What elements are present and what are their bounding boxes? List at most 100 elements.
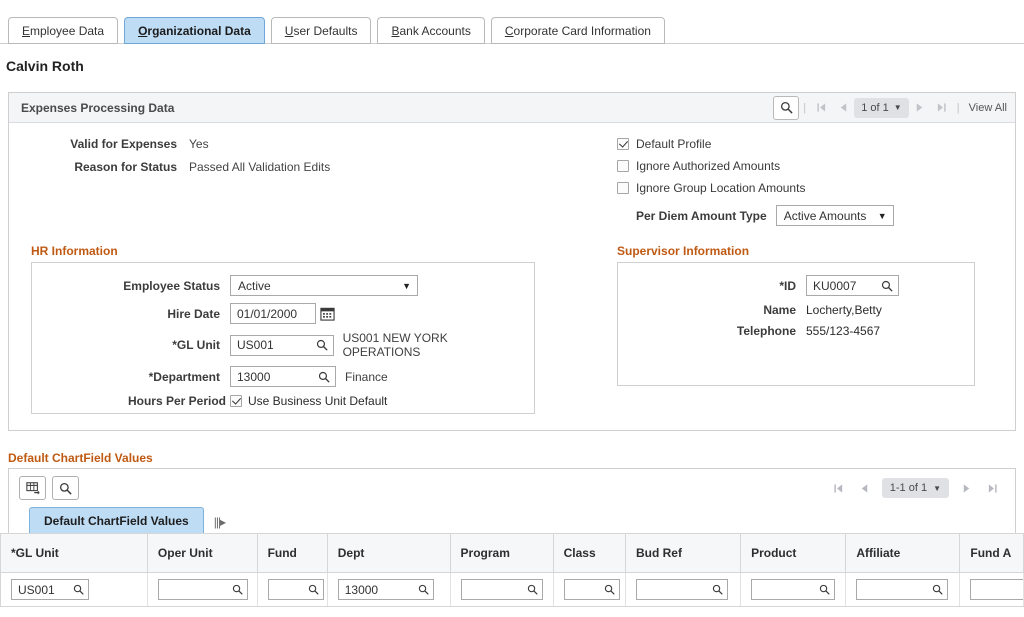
cell-program-input[interactable] xyxy=(460,579,543,600)
lookup-magnifier-icon[interactable] xyxy=(712,584,723,595)
expenses-processing-data-panel: Expenses Processing Data | 1 of 1 ▼ | Vi… xyxy=(8,92,1016,431)
panel-body: Valid for Expenses Yes Reason for Status… xyxy=(9,123,1015,430)
column-header-class[interactable]: Class xyxy=(553,533,626,573)
cell-gl-unit-input[interactable]: US001 xyxy=(11,579,89,600)
use-business-unit-default-checkbox[interactable] xyxy=(230,395,242,407)
column-header-fund[interactable]: Fund xyxy=(257,533,328,573)
search-button[interactable] xyxy=(773,95,800,120)
cell-fund-affiliate-input[interactable] xyxy=(970,579,1023,600)
cell-gl-unit-value: US001 xyxy=(18,582,55,597)
lookup-magnifier-icon[interactable] xyxy=(932,584,943,595)
grid-next-page-button[interactable] xyxy=(953,478,979,498)
lookup-magnifier-icon[interactable] xyxy=(881,280,893,292)
lookup-magnifier-icon[interactable] xyxy=(604,584,615,595)
chevron-down-icon: ▼ xyxy=(893,103,902,112)
column-header-program[interactable]: Program xyxy=(450,533,554,573)
record-navigator: | 1 of 1 ▼ | View All xyxy=(773,95,1007,120)
view-all-link[interactable]: View All xyxy=(969,102,1007,114)
chevron-down-icon: ▼ xyxy=(402,280,411,291)
personalize-grid-button[interactable] xyxy=(19,476,46,500)
default-profile-label: Default Profile xyxy=(636,137,712,151)
employee-status-select[interactable]: Active ▼ xyxy=(230,275,418,296)
department-label: *Department xyxy=(148,369,220,384)
cell-dept-input[interactable]: 13000 xyxy=(337,579,434,600)
last-record-button[interactable] xyxy=(931,98,953,118)
employee-status-label: Employee Status xyxy=(123,278,220,293)
column-header-bud-ref[interactable]: Bud Ref xyxy=(625,533,742,573)
department-value: 13000 xyxy=(237,369,271,384)
valid-for-expenses-value: Yes xyxy=(189,137,209,151)
department-input[interactable]: 13000 xyxy=(230,366,336,387)
tab-corporate-card-information[interactable]: Corporate Card Information xyxy=(490,17,665,44)
lookup-magnifier-icon[interactable] xyxy=(73,584,84,595)
grid-row-counter[interactable]: 1-1 of 1 ▼ xyxy=(881,478,949,498)
tab-user-defaults[interactable]: User Defaults xyxy=(270,17,372,44)
gl-unit-input[interactable]: US001 xyxy=(230,334,334,356)
hours-per-period-label: Hours Per Period xyxy=(127,394,226,408)
tab-organizational-data[interactable]: Organizational Data xyxy=(124,17,265,44)
cell-product-input[interactable] xyxy=(751,579,836,600)
next-record-button[interactable] xyxy=(909,98,931,118)
cell-bud-ref-input[interactable] xyxy=(635,579,728,600)
cell-oper-unit-input[interactable] xyxy=(157,579,248,600)
gl-unit-row: *GL Unit US001 US001 NEW YORK OPERATIONS xyxy=(42,331,524,359)
lookup-magnifier-icon[interactable] xyxy=(527,584,538,595)
grid-previous-page-button[interactable] xyxy=(852,478,878,498)
previous-record-button[interactable] xyxy=(832,98,854,118)
default-profile-row: Default Profile xyxy=(617,137,1003,151)
chartfield-table: *GL Unit Oper Unit Fund Dept Program Cla… xyxy=(0,533,1024,607)
table-row: US001 13000 xyxy=(0,572,1024,607)
supervisor-id-input[interactable]: KU0007 xyxy=(806,275,899,296)
tab-label: Bank Accounts xyxy=(391,23,471,38)
find-icon xyxy=(59,482,72,495)
column-header-dept[interactable]: Dept xyxy=(327,533,451,573)
grid-last-page-button[interactable] xyxy=(979,478,1005,498)
tab-bank-accounts[interactable]: Bank Accounts xyxy=(377,17,485,44)
department-row: *Department 13000 Finance xyxy=(42,366,524,387)
column-header-oper-unit[interactable]: Oper Unit xyxy=(147,533,258,573)
lookup-magnifier-icon[interactable] xyxy=(418,584,429,595)
lookup-magnifier-icon[interactable] xyxy=(819,584,830,595)
ignore-group-location-amounts-checkbox[interactable] xyxy=(617,182,629,194)
cell-affiliate-input[interactable] xyxy=(856,579,949,600)
grid-toolbar: 1-1 of 1 ▼ xyxy=(9,469,1015,507)
calendar-icon[interactable] xyxy=(320,306,335,321)
tab-employee-data[interactable]: Employee Data xyxy=(8,17,119,44)
record-counter[interactable]: 1 of 1 ▼ xyxy=(854,97,909,118)
cell-fund-input[interactable] xyxy=(267,579,324,600)
supervisor-name-value: Locherty,Betty xyxy=(806,303,882,317)
cell-fund xyxy=(257,572,328,607)
record-counter-label: 1 of 1 xyxy=(861,101,889,114)
grid-tab-default-chartfield-values[interactable]: Default ChartField Values xyxy=(29,507,204,533)
divider: | xyxy=(803,101,807,114)
column-header-affiliate[interactable]: Affiliate xyxy=(845,533,961,573)
hr-information-box: Employee Status Active ▼ Hire Date 01/01… xyxy=(31,262,535,414)
column-header-product[interactable]: Product xyxy=(740,533,847,573)
status-column: Valid for Expenses Yes Reason for Status… xyxy=(21,137,521,226)
find-button[interactable] xyxy=(52,476,79,500)
hire-date-row: Hire Date 01/01/2000 xyxy=(42,303,524,324)
supervisor-id-row: *ID KU0007 xyxy=(628,275,964,296)
lookup-magnifier-icon[interactable] xyxy=(308,584,319,595)
cell-class-input[interactable] xyxy=(563,579,620,600)
hire-date-value: 01/01/2000 xyxy=(237,306,298,321)
expand-all-columns-icon[interactable]: |||▸ xyxy=(214,515,226,533)
lookup-magnifier-icon[interactable] xyxy=(316,339,328,351)
per-diem-amount-type-select[interactable]: Active Amounts ▼ xyxy=(775,205,894,226)
hire-date-input[interactable]: 01/01/2000 xyxy=(230,303,316,324)
lookup-magnifier-icon[interactable] xyxy=(318,371,330,383)
ignore-authorized-amounts-label: Ignore Authorized Amounts xyxy=(636,159,781,173)
valid-for-expenses-label: Valid for Expenses xyxy=(70,137,177,151)
ignore-authorized-amounts-checkbox[interactable] xyxy=(617,160,629,172)
supervisor-information-box: *ID KU0007 Name Locherty,Betty Telephone… xyxy=(617,262,975,386)
hire-date-label: Hire Date xyxy=(167,306,220,321)
column-header-fund-affiliate[interactable]: Fund A xyxy=(959,533,1024,573)
lookup-magnifier-icon[interactable] xyxy=(232,584,243,595)
first-record-button[interactable] xyxy=(810,98,832,118)
grid-tab-row: Default ChartField Values |||▸ xyxy=(9,507,1015,533)
grid-first-page-button[interactable] xyxy=(826,478,852,498)
main-tab-strip: Employee Data Organizational Data User D… xyxy=(0,0,1024,44)
default-profile-checkbox[interactable] xyxy=(617,138,629,150)
grid-tab-label: Default ChartField Values xyxy=(44,513,189,528)
column-header-gl-unit[interactable]: *GL Unit xyxy=(0,533,148,573)
